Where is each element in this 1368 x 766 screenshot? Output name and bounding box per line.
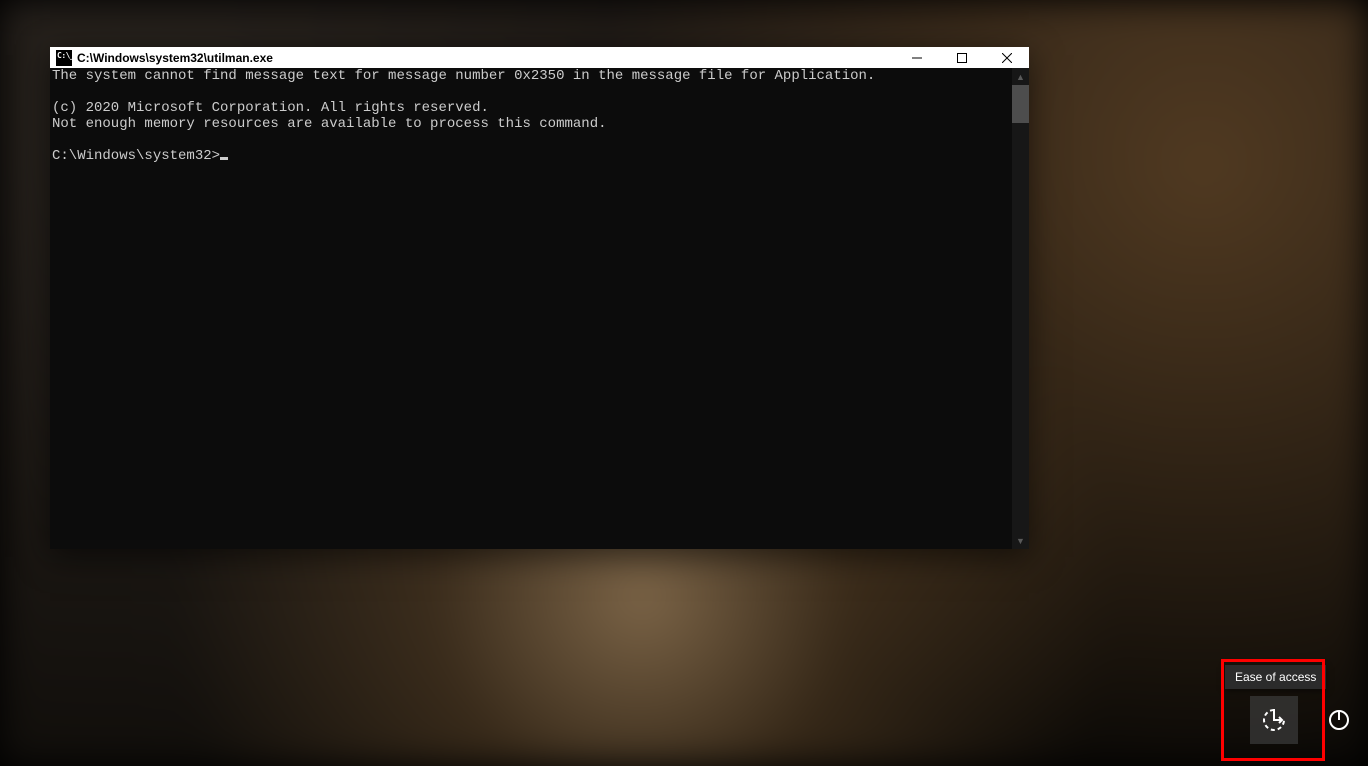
scroll-track[interactable]: [1012, 123, 1029, 532]
power-icon: [1327, 708, 1351, 732]
cmd-window: C:\Windows\system32\utilman.exe The syst…: [50, 47, 1029, 549]
ease-of-access-button[interactable]: [1250, 696, 1298, 744]
window-title: C:\Windows\system32\utilman.exe: [77, 51, 273, 65]
titlebar[interactable]: C:\Windows\system32\utilman.exe: [50, 47, 1029, 68]
scrollbar[interactable]: ▲ ▼: [1012, 68, 1029, 549]
cmd-prompt: C:\Windows\system32>: [52, 148, 220, 164]
cmd-icon: [56, 50, 72, 66]
scroll-down-icon[interactable]: ▼: [1012, 532, 1029, 549]
power-button[interactable]: [1315, 696, 1363, 744]
ease-of-access-tooltip: Ease of access: [1225, 665, 1326, 689]
close-button[interactable]: [984, 47, 1029, 68]
minimize-button[interactable]: [894, 47, 939, 68]
cmd-line: (c) 2020 Microsoft Corporation. All righ…: [52, 100, 489, 116]
scroll-thumb[interactable]: [1012, 85, 1029, 123]
cmd-line: The system cannot find message text for …: [52, 68, 875, 84]
maximize-button[interactable]: [939, 47, 984, 68]
cmd-line: Not enough memory resources are availabl…: [52, 116, 607, 132]
scroll-up-icon[interactable]: ▲: [1012, 68, 1029, 85]
cmd-body: The system cannot find message text for …: [50, 68, 1029, 549]
cmd-output[interactable]: The system cannot find message text for …: [50, 68, 1012, 549]
ease-of-access-icon: [1260, 706, 1288, 734]
cursor-icon: [220, 157, 228, 160]
